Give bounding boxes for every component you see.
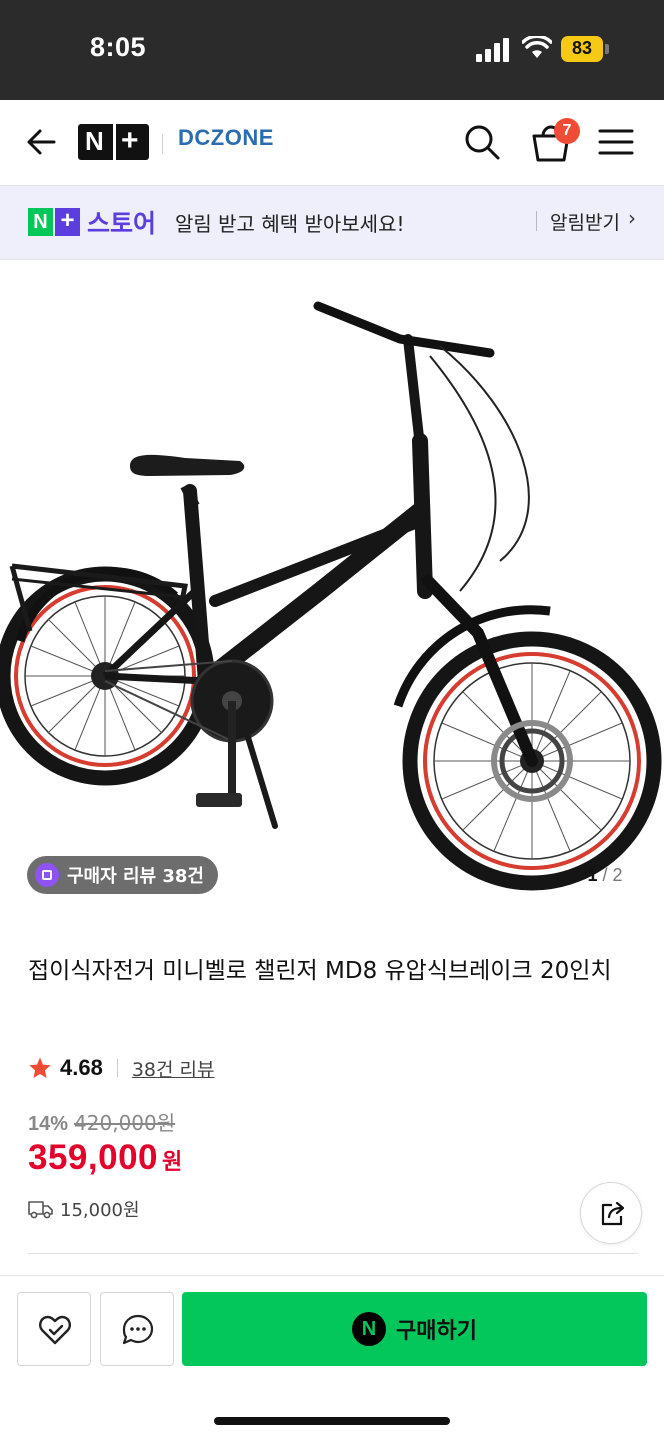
rating-value: 4.68	[60, 1055, 103, 1080]
original-price: 420,000원	[74, 1111, 176, 1135]
naver-plus-logo[interactable]: N +	[78, 124, 149, 160]
notification-banner[interactable]: N + 스토어 알림 받고 혜택 받아보세요! 알림받기 ›	[0, 186, 664, 260]
wifi-icon	[522, 36, 552, 58]
share-button[interactable]	[580, 1182, 642, 1244]
share-icon	[601, 1201, 625, 1226]
star-icon	[29, 1057, 51, 1078]
review-count-link[interactable]: 38건 리뷰	[132, 1055, 215, 1082]
rating-row: 4.68 38건 리뷰	[28, 1052, 215, 1084]
status-bar: 8:05 83	[0, 0, 664, 100]
sale-price-unit: 원	[162, 1150, 183, 1175]
naver-pay-icon: N	[352, 1312, 387, 1346]
banner-store-label: 스토어	[87, 209, 157, 238]
home-indicator	[214, 1417, 450, 1425]
logo-plus: +	[121, 124, 139, 157]
sale-price: 359,000	[28, 1138, 159, 1177]
bicycle-illustration	[0, 301, 662, 891]
banner-message: 알림 받고 혜택 받아보세요!	[175, 212, 405, 236]
status-time: 8:05	[90, 32, 147, 62]
discount-row: 14% 420,000원	[28, 1107, 175, 1136]
back-arrow-icon[interactable]	[22, 122, 62, 162]
content-divider	[28, 1253, 638, 1254]
signal-icon	[476, 38, 509, 62]
buy-now-button[interactable]: N 구매하기	[182, 1292, 647, 1366]
store-name[interactable]: DCZONE	[178, 125, 274, 151]
bottom-action-bar: N 구매하기	[0, 1275, 664, 1440]
total-pages: 2	[612, 865, 623, 885]
search-icon[interactable]	[462, 122, 502, 162]
header-divider	[162, 134, 163, 154]
battery-level: 83	[571, 38, 593, 58]
battery-icon: 83	[561, 36, 609, 62]
cart-count-badge: 7	[554, 118, 580, 144]
menu-icon[interactable]	[598, 126, 634, 158]
chat-icon	[122, 1314, 154, 1345]
chevron-right-icon: ›	[628, 206, 636, 230]
shipping-fee: 15,000원	[60, 1200, 140, 1221]
review-chip-label: 구매자 리뷰 38건	[67, 866, 204, 887]
discount-rate: 14%	[28, 1113, 69, 1135]
product-title: 접이식자전거 미니벨로 챌린저 MD8 유압식브레이크 20인치	[28, 958, 612, 984]
sale-price-row: 359,000 원	[28, 1138, 182, 1178]
heart-icon	[39, 1315, 71, 1345]
review-badge-icon	[35, 863, 59, 887]
naver-plus-store-logo: N +	[28, 208, 80, 236]
current-page: 1	[587, 865, 598, 885]
truck-icon	[28, 1201, 53, 1219]
banner-divider	[536, 211, 537, 231]
logo-letter: N	[85, 126, 104, 156]
wishlist-button[interactable]	[17, 1292, 91, 1366]
notification-subscribe-link[interactable]: 알림받기	[550, 208, 620, 235]
talk-talk-button[interactable]	[100, 1292, 174, 1366]
product-image[interactable]	[0, 261, 664, 925]
shipping-row: 15,000원	[28, 1196, 140, 1222]
rating-divider	[116, 1059, 118, 1077]
buy-now-label: 구매하기	[396, 1319, 477, 1344]
image-page-counter: 1 / 2	[587, 865, 623, 885]
buyer-review-chip[interactable]: 구매자 리뷰 38건	[27, 856, 218, 894]
